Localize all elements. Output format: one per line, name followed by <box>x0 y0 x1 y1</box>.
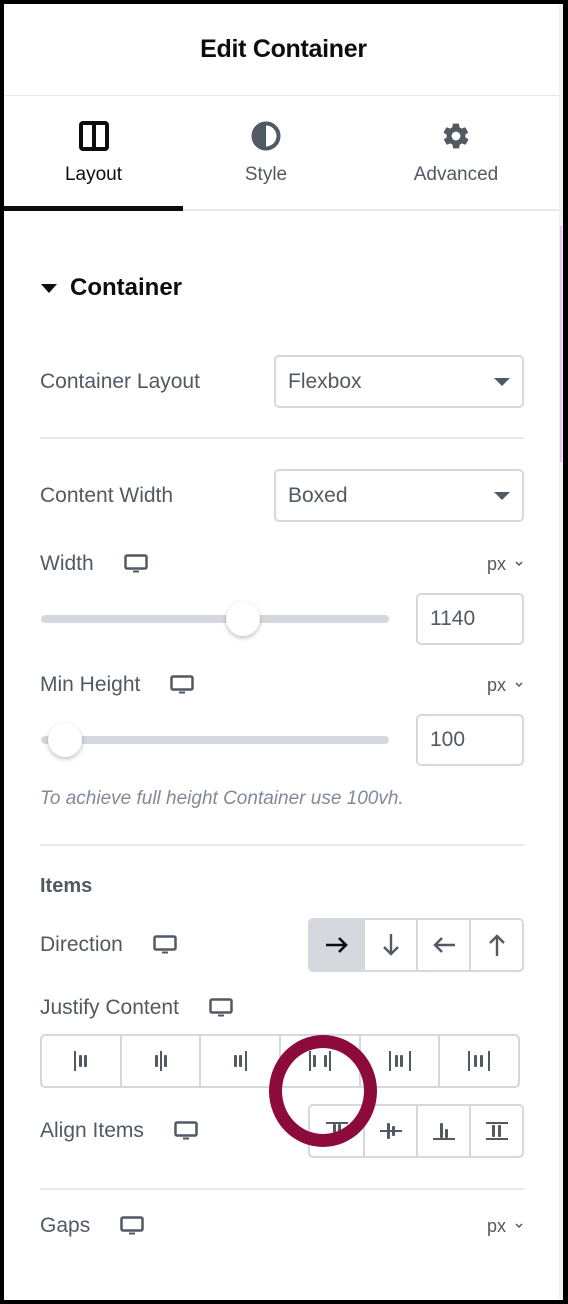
align-start-button[interactable] <box>310 1106 363 1156</box>
direction-label: Direction <box>40 933 123 956</box>
chevron-down-icon <box>514 681 524 689</box>
unit-value: px <box>486 674 506 695</box>
tab-advanced[interactable]: Advanced <box>349 96 563 209</box>
justify-space-between-button[interactable] <box>279 1036 359 1086</box>
scrollbar-thumb[interactable] <box>560 226 562 462</box>
justify-content-header: Justify Content <box>40 996 524 1020</box>
align-stretch-icon <box>485 1122 508 1140</box>
justify-center-button[interactable] <box>119 1036 200 1086</box>
content-width-control: Content Width Boxed <box>40 469 524 522</box>
align-center-icon <box>379 1123 402 1139</box>
justify-end-icon <box>234 1051 248 1071</box>
tab-layout[interactable]: Layout <box>4 96 183 211</box>
width-slider-track[interactable] <box>41 602 389 636</box>
content-width-select[interactable]: Boxed <box>274 469 524 522</box>
align-items-control: Align Items <box>40 1104 524 1158</box>
min-height-label: Min Height <box>40 673 141 696</box>
align-start-icon <box>325 1122 348 1139</box>
desktop-monitor-icon[interactable] <box>123 554 148 574</box>
desktop-monitor-icon[interactable] <box>174 1121 198 1141</box>
tab-label: Layout <box>64 164 123 185</box>
align-stretch-button[interactable] <box>469 1106 522 1156</box>
direction-column-button[interactable] <box>363 920 416 970</box>
section-title: Container <box>70 274 183 301</box>
justify-space-around-button[interactable] <box>358 1036 439 1086</box>
container-layout-label: Container Layout <box>40 369 200 393</box>
width-input[interactable]: 1140 <box>416 593 524 645</box>
arrow-up-icon <box>488 934 505 956</box>
align-items-label: Align Items <box>40 1119 144 1142</box>
width-slider-row: 1140 <box>40 593 524 645</box>
caret-down-icon <box>41 283 57 293</box>
chevron-down-icon <box>514 1222 524 1230</box>
desktop-monitor-icon[interactable] <box>209 998 233 1018</box>
section-toggle-container[interactable]: Container <box>40 273 524 303</box>
container-layout-select[interactable]: Flexbox <box>274 355 524 408</box>
items-heading: Items <box>40 875 93 897</box>
panel-header: Edit Container <box>4 4 563 96</box>
width-label: Width <box>40 552 94 575</box>
divider <box>40 1188 524 1190</box>
gaps-label: Gaps <box>40 1214 91 1237</box>
direction-column-reverse-button[interactable] <box>469 920 522 970</box>
select-value: Boxed <box>288 483 348 507</box>
direction-control: Direction <box>40 918 524 972</box>
direction-row-button[interactable] <box>310 920 363 970</box>
layout-content: Container Container Layout Flexbox Conte… <box>4 273 563 1238</box>
panel-tabs: Layout Style Advanced <box>4 96 563 211</box>
justify-start-icon <box>73 1051 87 1071</box>
tab-label: Style <box>244 164 288 185</box>
caret-down-icon <box>494 491 510 500</box>
align-center-button[interactable] <box>363 1106 416 1156</box>
divider <box>40 844 524 846</box>
select-value: Flexbox <box>288 369 362 393</box>
width-unit-select[interactable]: px <box>487 554 524 575</box>
arrow-right-icon <box>325 937 348 953</box>
direction-row-reverse-button[interactable] <box>416 920 469 970</box>
arrow-left-icon <box>432 937 455 953</box>
container-layout-control: Container Layout Flexbox <box>40 355 524 408</box>
align-end-button[interactable] <box>416 1106 469 1156</box>
min-height-control-header: Min Height px <box>40 673 524 697</box>
columns-icon <box>78 120 110 152</box>
unit-value: px <box>486 553 506 574</box>
justify-center-icon <box>154 1051 167 1071</box>
width-control-header: Width px <box>40 552 524 576</box>
desktop-monitor-icon[interactable] <box>153 935 177 955</box>
justify-start-button[interactable] <box>42 1036 120 1086</box>
align-items-button-group <box>308 1104 524 1158</box>
half-circle-icon <box>250 120 282 152</box>
tab-label: Advanced <box>413 164 499 185</box>
unit-value: px <box>486 1215 506 1236</box>
justify-content-label: Justify Content <box>40 996 179 1019</box>
min-height-unit-select[interactable]: px <box>487 675 524 696</box>
content-width-label: Content Width <box>40 483 174 507</box>
align-end-icon <box>432 1123 455 1140</box>
desktop-monitor-icon[interactable] <box>170 675 195 695</box>
justify-end-button[interactable] <box>199 1036 279 1086</box>
min-height-slider-row: 100 <box>40 714 524 766</box>
min-height-slider-thumb[interactable] <box>48 723 83 757</box>
justify-content-button-group <box>40 1034 520 1088</box>
arrow-down-icon <box>382 934 399 956</box>
direction-button-group <box>308 918 524 972</box>
full-height-hint: To achieve full height Container use 100… <box>40 788 404 809</box>
min-height-input[interactable]: 100 <box>416 714 524 766</box>
width-slider-thumb[interactable] <box>225 602 260 636</box>
chevron-down-icon <box>514 560 524 568</box>
caret-down-icon <box>494 377 510 386</box>
justify-space-evenly-button[interactable] <box>438 1036 518 1086</box>
min-height-slider-track[interactable] <box>41 723 389 757</box>
tab-style[interactable]: Style <box>183 96 349 209</box>
divider <box>40 437 524 439</box>
gear-icon <box>440 120 472 152</box>
justify-space-between-icon <box>308 1051 331 1071</box>
panel-title: Edit Container <box>200 35 367 63</box>
gaps-control-header: Gaps px <box>40 1214 524 1238</box>
gaps-unit-select[interactable]: px <box>487 1216 524 1237</box>
edit-container-panel: Edit Container Layout Style Advanced Con… <box>4 4 563 1300</box>
justify-space-evenly-icon <box>468 1051 491 1071</box>
justify-space-around-icon <box>388 1051 411 1071</box>
desktop-monitor-icon[interactable] <box>120 1216 144 1236</box>
